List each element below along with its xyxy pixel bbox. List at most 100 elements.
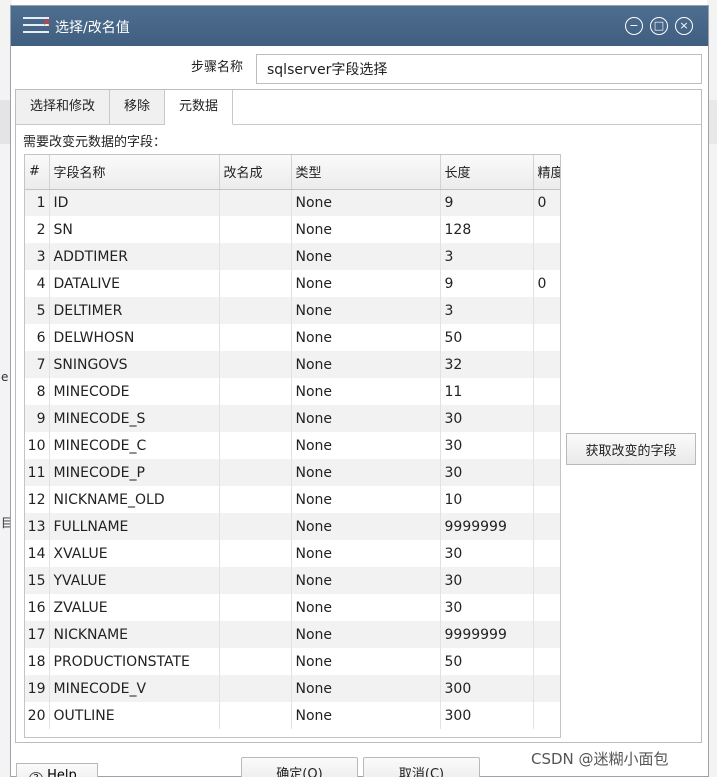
precision-cell[interactable] [533,459,560,486]
type-cell[interactable]: None [291,702,441,729]
field-name-cell[interactable]: MINECODE_S [49,405,220,432]
table-row[interactable]: 17 NICKNAME None 9999999 [25,621,560,648]
type-cell[interactable]: None [291,513,441,540]
help-button[interactable]: ? Help [16,763,98,777]
cancel-button[interactable]: 取消(C) [363,757,480,777]
get-changed-fields-button[interactable]: 获取改变的字段 [566,433,696,465]
table-row[interactable]: 10 MINECODE_C None 30 [25,432,560,459]
length-cell[interactable]: 9999999 [440,513,534,540]
title-bar[interactable]: × 选择/改名值 − □ × [11,6,708,46]
precision-cell[interactable] [533,297,560,324]
table-row[interactable]: 11 MINECODE_P None 30 [25,459,560,486]
rename-to-cell[interactable] [219,486,292,513]
field-name-cell[interactable]: ID [49,189,220,216]
field-name-cell[interactable]: MINECODE_C [49,432,220,459]
column-header-precision[interactable]: 精度 [533,155,560,190]
field-name-cell[interactable]: MINECODE [49,378,220,405]
type-cell[interactable]: None [291,486,441,513]
field-name-cell[interactable]: NICKNAME_OLD [49,486,220,513]
length-cell[interactable]: 9999999 [440,621,534,648]
type-cell[interactable]: None [291,648,441,675]
length-cell[interactable]: 30 [440,594,534,621]
table-row[interactable]: 4 DATALIVE None 9 0 [25,270,560,297]
length-cell[interactable]: 30 [440,540,534,567]
rename-to-cell[interactable] [219,702,292,729]
tab-select-and-modify[interactable]: 选择和修改 [16,90,111,125]
rename-to-cell[interactable] [219,513,292,540]
type-cell[interactable]: None [291,243,441,270]
table-row[interactable]: 19 MINECODE_V None 300 [25,675,560,702]
table-row[interactable]: 9 MINECODE_S None 30 [25,405,560,432]
precision-cell[interactable] [533,378,560,405]
length-cell[interactable]: 3 [440,243,534,270]
field-name-cell[interactable]: PRODUCTIONSTATE [49,648,220,675]
table-row[interactable]: 13 FULLNAME None 9999999 [25,513,560,540]
length-cell[interactable]: 11 [440,378,534,405]
rename-to-cell[interactable] [219,675,292,702]
column-header-index[interactable]: # [25,155,50,190]
length-cell[interactable]: 128 [440,216,534,243]
table-row[interactable]: 20 OUTLINE None 300 [25,702,560,729]
table-row[interactable]: 6 DELWHOSN None 50 [25,324,560,351]
type-cell[interactable]: None [291,567,441,594]
field-name-cell[interactable]: XVALUE [49,540,220,567]
field-name-cell[interactable]: OUTLINE [49,702,220,729]
field-name-cell[interactable]: DELTIMER [49,297,220,324]
rename-to-cell[interactable] [219,243,292,270]
type-cell[interactable]: None [291,324,441,351]
type-cell[interactable]: None [291,459,441,486]
precision-cell[interactable]: 0 [533,189,560,216]
type-cell[interactable]: None [291,594,441,621]
length-cell[interactable]: 30 [440,567,534,594]
length-cell[interactable]: 10 [440,486,534,513]
precision-cell[interactable] [533,324,560,351]
type-cell[interactable]: None [291,189,441,216]
length-cell[interactable]: 50 [440,648,534,675]
close-icon[interactable]: × [675,17,693,35]
precision-cell[interactable] [533,351,560,378]
table-row[interactable]: 2 SN None 128 [25,216,560,243]
precision-cell[interactable] [533,405,560,432]
field-name-cell[interactable]: ADDTIMER [49,243,220,270]
column-header-type[interactable]: 类型 [291,155,441,190]
rename-to-cell[interactable] [219,594,292,621]
length-cell[interactable]: 32 [440,351,534,378]
rename-to-cell[interactable] [219,567,292,594]
field-name-cell[interactable]: MINECODE_V [49,675,220,702]
length-cell[interactable]: 300 [440,702,534,729]
rename-to-cell[interactable] [219,351,292,378]
precision-cell[interactable] [533,675,560,702]
table-row[interactable]: 1 ID None 9 0 [25,189,560,216]
length-cell[interactable]: 300 [440,675,534,702]
field-name-cell[interactable]: DELWHOSN [49,324,220,351]
minimize-icon[interactable]: − [625,17,643,35]
field-name-cell[interactable]: MINECODE_P [49,459,220,486]
precision-cell[interactable] [533,567,560,594]
table-row[interactable]: 14 XVALUE None 30 [25,540,560,567]
table-row[interactable]: 12 NICKNAME_OLD None 10 [25,486,560,513]
type-cell[interactable]: None [291,378,441,405]
rename-to-cell[interactable] [219,378,292,405]
type-cell[interactable]: None [291,216,441,243]
rename-to-cell[interactable] [219,540,292,567]
metadata-fields-table[interactable]: # 字段名称 改名成 类型 长度 精度 1 ID None 9 0 2 SN None 128 3… [24,154,561,738]
precision-cell[interactable] [533,216,560,243]
precision-cell[interactable] [533,594,560,621]
type-cell[interactable]: None [291,405,441,432]
length-cell[interactable]: 30 [440,459,534,486]
table-row[interactable]: 16 ZVALUE None 30 [25,594,560,621]
type-cell[interactable]: None [291,621,441,648]
precision-cell[interactable] [533,243,560,270]
rename-to-cell[interactable] [219,432,292,459]
rename-to-cell[interactable] [219,216,292,243]
table-row[interactable]: 8 MINECODE None 11 [25,378,560,405]
precision-cell[interactable] [533,621,560,648]
tab-metadata[interactable]: 元数据 [165,90,234,125]
length-cell[interactable]: 9 [440,189,534,216]
table-row[interactable]: 18 PRODUCTIONSTATE None 50 [25,648,560,675]
type-cell[interactable]: None [291,297,441,324]
precision-cell[interactable] [533,702,560,729]
table-row[interactable]: 7 SNINGOVS None 32 [25,351,560,378]
field-name-cell[interactable]: SN [49,216,220,243]
column-header-field-name[interactable]: 字段名称 [49,155,220,190]
